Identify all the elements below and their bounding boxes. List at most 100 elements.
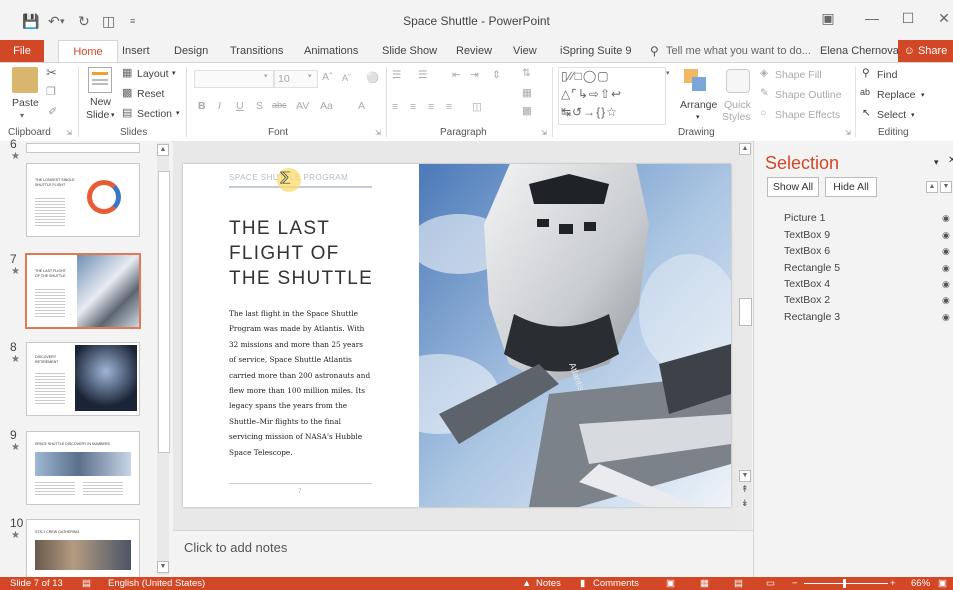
line-spacing-icon[interactable]: ⇕: [492, 69, 501, 81]
justify-icon[interactable]: ≡: [446, 101, 452, 113]
increase-indent-icon[interactable]: ⇥: [470, 69, 479, 81]
shapes-row-3[interactable]: ↹↺→{}☆: [561, 105, 618, 119]
align-center-icon[interactable]: ≡: [410, 101, 416, 113]
fit-to-window-icon[interactable]: ▣: [938, 578, 947, 589]
pane-options-icon[interactable]: ▾: [934, 157, 939, 168]
visibility-eye-icon[interactable]: ◉: [942, 246, 950, 257]
arrange-dropdown-icon[interactable]: ▾: [696, 113, 700, 121]
shapes-gallery[interactable]: ▯∕∕□◯▢ △⌜↳⇨⇧↩ ↹↺→{}☆: [558, 67, 666, 125]
tab-home[interactable]: Home: [58, 40, 118, 63]
find-icon[interactable]: ⚲: [862, 67, 870, 79]
font-name-dropdown-icon[interactable]: ▾: [264, 72, 268, 80]
replace-icon[interactable]: ab: [860, 87, 870, 97]
zoom-slider-track[interactable]: [804, 583, 888, 584]
show-all-button[interactable]: Show All: [767, 177, 819, 197]
tab-file[interactable]: File: [0, 40, 44, 62]
ribbon-display-options-icon[interactable]: ▣: [818, 10, 838, 27]
new-slide-label-1[interactable]: New: [90, 96, 111, 108]
section-icon[interactable]: ▤: [122, 106, 132, 119]
slide-thumbnail-9[interactable]: SPACE SHUTTLE DISCOVERY IN NUMBERS: [26, 431, 140, 505]
selection-item-textbox-6[interactable]: TextBox 6: [784, 245, 830, 257]
normal-view-icon[interactable]: ▣: [666, 578, 675, 589]
visibility-eye-icon[interactable]: ◉: [942, 213, 950, 224]
cut-icon[interactable]: ✂: [46, 65, 57, 81]
slide-title[interactable]: THE LAST FLIGHT OF THE SHUTTLE: [229, 216, 373, 291]
font-name-field[interactable]: [194, 70, 274, 88]
copy-icon[interactable]: ❐: [46, 85, 56, 98]
slide-thumbnail-6[interactable]: THE LONGEST SINGLE SHUTTLE FLIGHT: [26, 163, 140, 237]
underline-icon[interactable]: U: [236, 100, 244, 112]
current-slide[interactable]: SPACE SHUTTLE PROGRAM ⅀ THE LAST FLIGHT …: [183, 164, 731, 507]
minimize-icon[interactable]: —: [862, 10, 882, 26]
spellcheck-icon[interactable]: ▤: [82, 578, 91, 589]
shapes-row-1[interactable]: ▯∕∕□◯▢: [561, 69, 610, 83]
font-launcher-icon[interactable]: ⇲: [375, 129, 381, 137]
thumbnail-scroll-thumb[interactable]: [158, 171, 170, 453]
tab-transitions[interactable]: Transitions: [226, 40, 287, 62]
slide-counter[interactable]: Slide 7 of 13: [10, 578, 63, 589]
layout-icon[interactable]: ▦: [122, 66, 132, 79]
paragraph-launcher-icon[interactable]: ⇲: [541, 129, 547, 137]
slide-body-text[interactable]: The last flight in the Space Shuttle Prog…: [229, 306, 379, 460]
increase-font-icon[interactable]: Aˆ: [322, 71, 333, 83]
shape-effects-icon[interactable]: ○: [760, 107, 766, 119]
layout-dropdown-icon[interactable]: ▾: [172, 69, 176, 77]
notes-pane[interactable]: Click to add notes: [173, 530, 753, 577]
shapes-more-icon[interactable]: ▾: [666, 69, 670, 77]
smartart-icon[interactable]: ▩: [522, 105, 532, 117]
share-button[interactable]: ☺ Share: [898, 40, 953, 62]
notes-toggle[interactable]: Notes: [536, 578, 561, 589]
close-icon[interactable]: ✕: [934, 10, 953, 27]
slide-thumbnail-8[interactable]: DISCOVERY RETIREMENT: [26, 342, 140, 416]
notes-icon[interactable]: ▲: [522, 578, 531, 589]
arrange-button[interactable]: Arrange: [680, 99, 717, 111]
selection-item-rectangle-5[interactable]: Rectangle 5: [784, 262, 840, 274]
comments-toggle[interactable]: Comments: [593, 578, 639, 589]
bold-icon[interactable]: B: [198, 100, 206, 112]
tab-slide-show[interactable]: Slide Show: [378, 40, 441, 62]
shape-effects-button[interactable]: Shape Effects: [775, 109, 840, 121]
decrease-font-icon[interactable]: Aˇ: [342, 73, 351, 83]
tell-me-search[interactable]: Tell me what you want to do...: [662, 40, 815, 62]
shapes-row-2[interactable]: △⌜↳⇨⇧↩: [561, 87, 622, 101]
slide-scroll-thumb[interactable]: [739, 298, 752, 326]
numbering-icon[interactable]: ☰: [418, 69, 427, 81]
text-shadow-icon[interactable]: S: [256, 100, 263, 112]
selection-item-textbox-2[interactable]: TextBox 2: [784, 294, 830, 306]
scroll-down-icon[interactable]: ▼: [157, 561, 169, 573]
new-slide-icon[interactable]: [88, 67, 112, 93]
visibility-eye-icon[interactable]: ◉: [942, 263, 950, 274]
replace-dropdown-icon[interactable]: ▾: [921, 91, 925, 99]
clear-formatting-icon[interactable]: ⚪: [366, 71, 379, 84]
send-backward-icon[interactable]: ▼: [940, 181, 952, 193]
previous-slide-icon[interactable]: ↟: [741, 484, 749, 495]
scroll-up-icon[interactable]: ▲: [157, 144, 169, 156]
align-right-icon[interactable]: ≡: [428, 101, 434, 113]
comments-icon[interactable]: ▮: [580, 578, 585, 589]
decrease-indent-icon[interactable]: ⇤: [452, 69, 461, 81]
notes-placeholder[interactable]: Click to add notes: [184, 540, 287, 555]
paste-dropdown-icon[interactable]: ▾: [20, 111, 24, 120]
paste-icon[interactable]: [12, 67, 38, 93]
font-size-dropdown-icon[interactable]: ▾: [308, 72, 312, 80]
drawing-launcher-icon[interactable]: ⇲: [845, 129, 851, 137]
slide-scroll-up-icon[interactable]: ▲: [739, 143, 751, 155]
align-left-icon[interactable]: ≡: [392, 101, 398, 113]
tab-design[interactable]: Design: [170, 40, 212, 62]
italic-icon[interactable]: I: [218, 100, 221, 112]
visibility-eye-icon[interactable]: ◉: [942, 295, 950, 306]
text-direction-icon[interactable]: ⇅: [522, 67, 531, 79]
bring-forward-icon[interactable]: ▲: [926, 181, 938, 193]
language-indicator[interactable]: English (United States): [108, 578, 205, 589]
shuttle-picture[interactable]: Atlantis: [419, 164, 731, 507]
pane-close-icon[interactable]: ✕: [948, 155, 953, 166]
next-slide-icon[interactable]: ↡: [741, 498, 749, 509]
reset-icon[interactable]: ▩: [122, 86, 132, 99]
zoom-slider-thumb[interactable]: [843, 579, 846, 588]
shape-fill-button[interactable]: Shape Fill: [775, 69, 822, 81]
reading-view-icon[interactable]: ▤: [734, 578, 743, 589]
character-spacing-icon[interactable]: AV: [296, 100, 309, 112]
tab-ispring[interactable]: iSpring Suite 9: [556, 40, 636, 62]
format-painter-icon[interactable]: ✐: [48, 105, 57, 118]
change-case-icon[interactable]: Aa: [320, 100, 333, 112]
